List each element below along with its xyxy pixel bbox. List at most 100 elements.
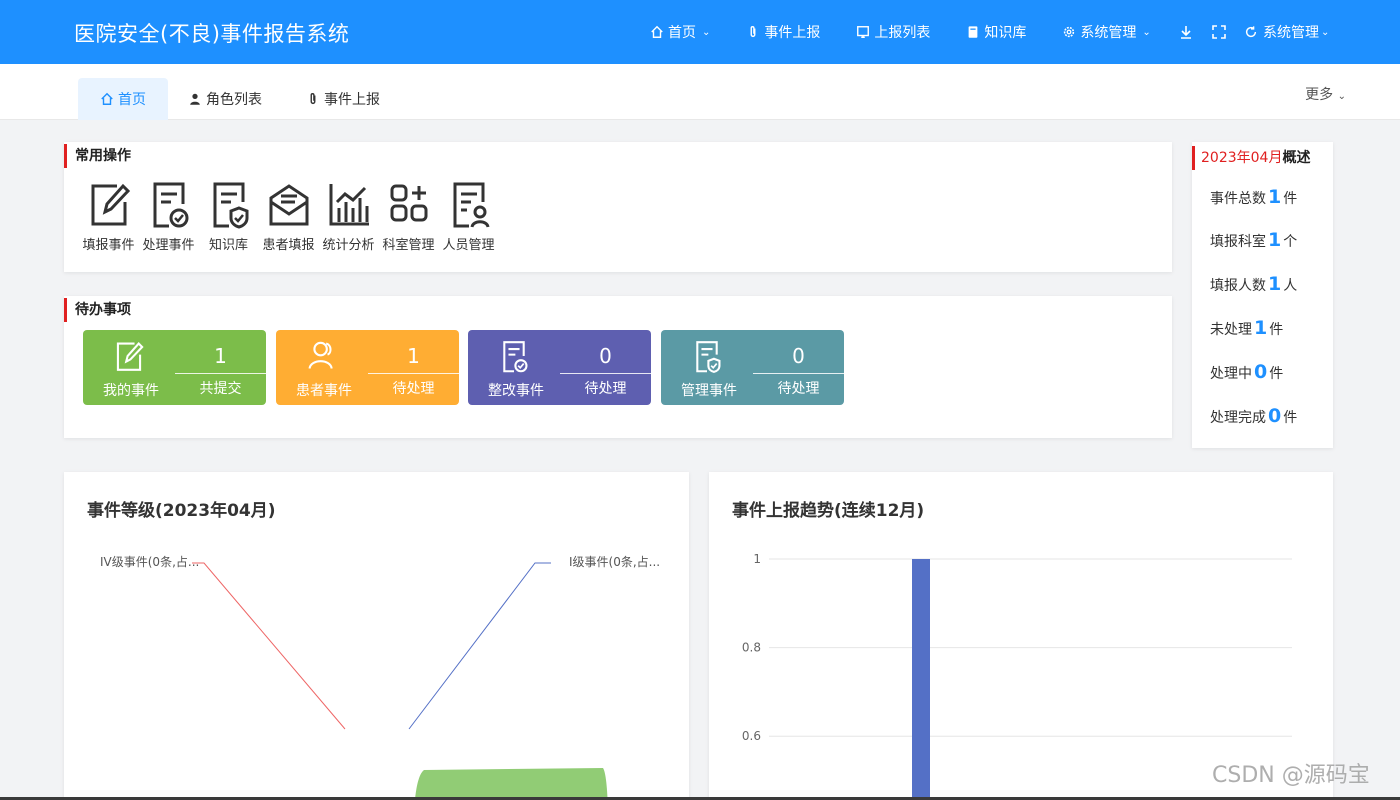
common-ops-list: 填报事件 处理事件 知识库 患者填报 统计分析 科室管理 人员管理: [82, 178, 502, 253]
chevron-down-icon: ⌄: [702, 26, 711, 38]
summary-value: 0: [1254, 361, 1268, 383]
y-tick-label: 0.8: [742, 641, 761, 655]
nav-report-event[interactable]: 事件上报: [746, 22, 820, 42]
todo-count: 1: [407, 344, 420, 368]
todo-sub: 待处理: [584, 381, 627, 397]
pie-slice-label: IV级事件(0条,占...: [100, 554, 199, 569]
common-ops-card: 常用操作 填报事件 处理事件 知识库 患者填报 统计分析 科室管理 人员管理: [64, 142, 1172, 272]
document-shield-icon: [696, 341, 721, 373]
nav-report-list[interactable]: 上报列表: [856, 22, 930, 42]
tab-home[interactable]: 首页: [78, 78, 168, 120]
document-user-icon: [453, 182, 489, 228]
edit-icon: [91, 183, 130, 226]
todo-label: 整改事件: [488, 383, 544, 399]
paperclip-icon: [750, 26, 756, 37]
summary-row-reporters: 填报人数 1 人: [1210, 273, 1297, 295]
tab-report-event[interactable]: 事件上报: [284, 78, 402, 120]
users-icon: [308, 341, 333, 369]
y-tick-label: 1: [753, 552, 761, 566]
chevron-down-icon: ⌄: [1321, 26, 1330, 38]
tab-home-label: 首页: [118, 92, 146, 108]
op-handle-event[interactable]: 处理事件: [142, 178, 195, 253]
bar: [912, 559, 930, 800]
op-label: 知识库: [208, 238, 248, 253]
todo-label: 我的事件: [103, 383, 159, 399]
todo-count: 0: [599, 344, 612, 368]
todo-patient-events[interactable]: 患者事件 1 待处理: [276, 330, 459, 405]
event-level-chart-card: 事件等级(2023年04月) IV级事件(0条,占... I级事件(0条,占...: [64, 472, 689, 800]
download-icon[interactable]: [1178, 24, 1194, 40]
divider: [753, 373, 844, 374]
watermark: CSDN @源码宝: [1212, 763, 1370, 788]
summary-row-processing: 处理中 0 件: [1210, 361, 1283, 383]
summary-unit: 人: [1283, 278, 1298, 294]
summary-card: 2023年04月概述 事件总数 1 件 填报科室 1 个 填报人数 1 人 未处理 1 件 处理…: [1192, 142, 1333, 448]
tab-role-list[interactable]: 角色列表: [166, 78, 284, 120]
pie-slice-label: I级事件(0条,占...: [569, 554, 660, 569]
summary-row-departments: 填报科室 1 个: [1210, 229, 1297, 251]
summary-unit: 件: [1283, 410, 1298, 426]
user-icon: [190, 93, 200, 105]
nav-home[interactable]: 首页 ⌄: [650, 22, 710, 42]
nav-knowledge-base[interactable]: 知识库: [966, 22, 1026, 42]
tab-report-event-label: 事件上报: [324, 92, 380, 108]
todo-sub: 共提交: [199, 381, 242, 397]
summary-label: 处理中: [1210, 366, 1252, 382]
op-patient-report[interactable]: 患者填报: [262, 178, 315, 253]
op-department-management[interactable]: 科室管理: [382, 178, 435, 253]
summary-heading: 概述: [1282, 150, 1311, 166]
nav-system-management-label: 系统管理: [1080, 25, 1137, 41]
event-trend-chart-card: 事件上报趋势(连续12月) 1 0.8 0.6: [709, 472, 1333, 800]
op-staff-management[interactable]: 人员管理: [442, 178, 495, 253]
document-shield-icon: [213, 182, 248, 229]
nav-system-management[interactable]: 系统管理 ⌄: [1062, 22, 1151, 42]
divider: [368, 373, 459, 374]
summary-month: 2023年04月: [1201, 150, 1283, 166]
summary-label: 处理完成: [1210, 410, 1266, 426]
summary-title: 2023年04月概述: [1192, 146, 1310, 170]
summary-label: 未处理: [1210, 322, 1252, 338]
more-label: 更多: [1305, 87, 1334, 103]
chevron-down-icon: ⌄: [1337, 91, 1346, 102]
top-header: 医院安全(不良)事件报告系统 首页 ⌄ 事件上报 上报列表 知识库 系统管理 ⌄: [0, 0, 1400, 64]
summary-value: 1: [1268, 186, 1282, 208]
op-fill-event[interactable]: 填报事件: [82, 178, 135, 253]
pie-leader-line-i: [408, 562, 551, 730]
paperclip-icon: [310, 93, 316, 104]
op-label: 处理事件: [142, 238, 195, 253]
more-tabs-button[interactable]: 更多 ⌄: [1305, 84, 1346, 104]
user-menu[interactable]: 系统管理 ⌄: [1244, 22, 1329, 42]
document-check-icon: [153, 182, 188, 228]
todo-card: 待办事项 我的事件 1 共提交 患者事件 1 待处理 整改事件 0 待处理 管理…: [64, 296, 1172, 438]
list-icon: [857, 26, 870, 38]
todo-count: 0: [792, 344, 805, 368]
main-nav: 首页 ⌄ 事件上报 上报列表 知识库 系统管理 ⌄: [650, 0, 1187, 64]
summary-row-unprocessed: 未处理 1 件: [1210, 317, 1283, 339]
gear-icon: [1064, 26, 1075, 38]
summary-label: 事件总数: [1210, 191, 1266, 207]
op-statistics[interactable]: 统计分析: [322, 178, 375, 253]
event-level-pie-chart: IV级事件(0条,占... I级事件(0条,占...: [100, 554, 660, 800]
pie-slice: [414, 768, 608, 800]
todo-management-events[interactable]: 管理事件 0 待处理: [661, 330, 844, 405]
todo-my-events[interactable]: 我的事件 1 共提交: [83, 330, 266, 405]
todo-title: 待办事项: [64, 298, 131, 322]
todo-rectify-events[interactable]: 整改事件 0 待处理: [468, 330, 651, 405]
nav-home-label: 首页: [668, 25, 696, 41]
summary-unit: 件: [1269, 366, 1284, 382]
event-trend-bar-chart: 1 0.8 0.6: [742, 552, 1292, 800]
grid-plus-icon: [390, 184, 427, 222]
home-icon: [651, 25, 663, 38]
summary-unit: 件: [1269, 322, 1284, 338]
document-check-icon: [503, 341, 528, 373]
summary-value: 1: [1268, 273, 1282, 295]
op-label: 人员管理: [442, 238, 495, 253]
op-knowledge-base[interactable]: 知识库: [202, 178, 255, 253]
fullscreen-icon[interactable]: [1211, 24, 1227, 40]
common-ops-title: 常用操作: [64, 144, 131, 168]
summary-value: 0: [1268, 405, 1282, 427]
chevron-down-icon: ⌄: [1142, 26, 1151, 38]
todo-label: 患者事件: [296, 383, 352, 399]
app-title: 医院安全(不良)事件报告系统: [74, 22, 350, 46]
tab-bar: 首页 角色列表 事件上报 更多 ⌄: [0, 64, 1400, 120]
